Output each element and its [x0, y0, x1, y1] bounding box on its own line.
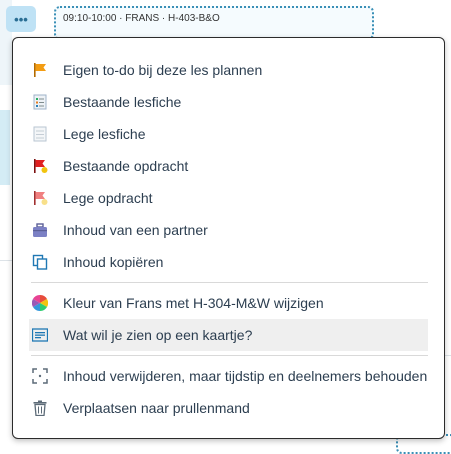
context-menu: Eigen to-do bij deze les plannen Bestaan…	[12, 37, 445, 439]
menu-item-move-to-trash[interactable]: Verplaatsen naar prullenmand	[29, 392, 428, 424]
copy-icon	[31, 253, 49, 271]
background-divider	[445, 355, 451, 356]
menu-item-label: Bestaande lesfiche	[63, 94, 182, 110]
trash-icon	[31, 399, 49, 417]
lesson-sheet-icon	[31, 93, 49, 111]
menu-item-change-color[interactable]: Kleur van Frans met H-304-M&W wijzigen	[29, 287, 428, 319]
menu-item-label: Kleur van Frans met H-304-M&W wijzigen	[63, 295, 324, 311]
menu-item-copy-content[interactable]: Inhoud kopiëren	[29, 246, 428, 278]
background-divider	[0, 260, 12, 261]
lesson-card[interactable]: 09:10-10:00 · FRANS · H-403-B&O	[54, 6, 374, 40]
menu-item-label: Lege opdracht	[63, 190, 153, 206]
menu-item-label: Wat wil je zien op een kaartje?	[63, 327, 253, 343]
menu-item-existing-lesson-sheet[interactable]: Bestaande lesfiche	[29, 86, 428, 118]
ellipsis-icon: •••	[14, 11, 28, 27]
clear-content-icon	[31, 367, 49, 385]
background-lesson-stripe	[0, 110, 10, 185]
more-options-button[interactable]: •••	[6, 6, 36, 32]
menu-item-label: Eigen to-do bij deze les plannen	[63, 62, 263, 78]
orange-flag-icon	[31, 61, 49, 79]
empty-lesson-sheet-icon	[31, 125, 49, 143]
menu-item-label: Inhoud van een partner	[63, 222, 208, 238]
menu-item-empty-lesson-sheet[interactable]: Lege lesfiche	[29, 118, 428, 150]
red-flag-icon	[31, 157, 49, 175]
menu-divider	[31, 282, 428, 283]
menu-item-label: Inhoud verwijderen, maar tijdstip en dee…	[63, 368, 428, 384]
briefcase-icon	[31, 221, 49, 239]
menu-item-label: Verplaatsen naar prullenmand	[63, 400, 250, 416]
menu-item-label: Inhoud kopiëren	[63, 254, 164, 270]
menu-item-label: Lege lesfiche	[63, 126, 146, 142]
menu-item-label: Bestaande opdracht	[63, 158, 189, 174]
lesson-card-header: 09:10-10:00 · FRANS · H-403-B&O	[63, 13, 220, 24]
color-wheel-icon	[31, 294, 49, 312]
menu-divider	[31, 355, 428, 356]
card-view-icon	[31, 326, 49, 344]
menu-item-card-view[interactable]: Wat wil je zien op een kaartje?	[29, 319, 428, 351]
menu-item-partner-content[interactable]: Inhoud van een partner	[29, 214, 428, 246]
menu-item-existing-assignment[interactable]: Bestaande opdracht	[29, 150, 428, 182]
menu-item-plan-todo[interactable]: Eigen to-do bij deze les plannen	[29, 54, 428, 86]
empty-assignment-flag-icon	[31, 189, 49, 207]
menu-item-empty-assignment[interactable]: Lege opdracht	[29, 182, 428, 214]
menu-item-clear-content[interactable]: Inhoud verwijderen, maar tijdstip en dee…	[29, 360, 428, 392]
